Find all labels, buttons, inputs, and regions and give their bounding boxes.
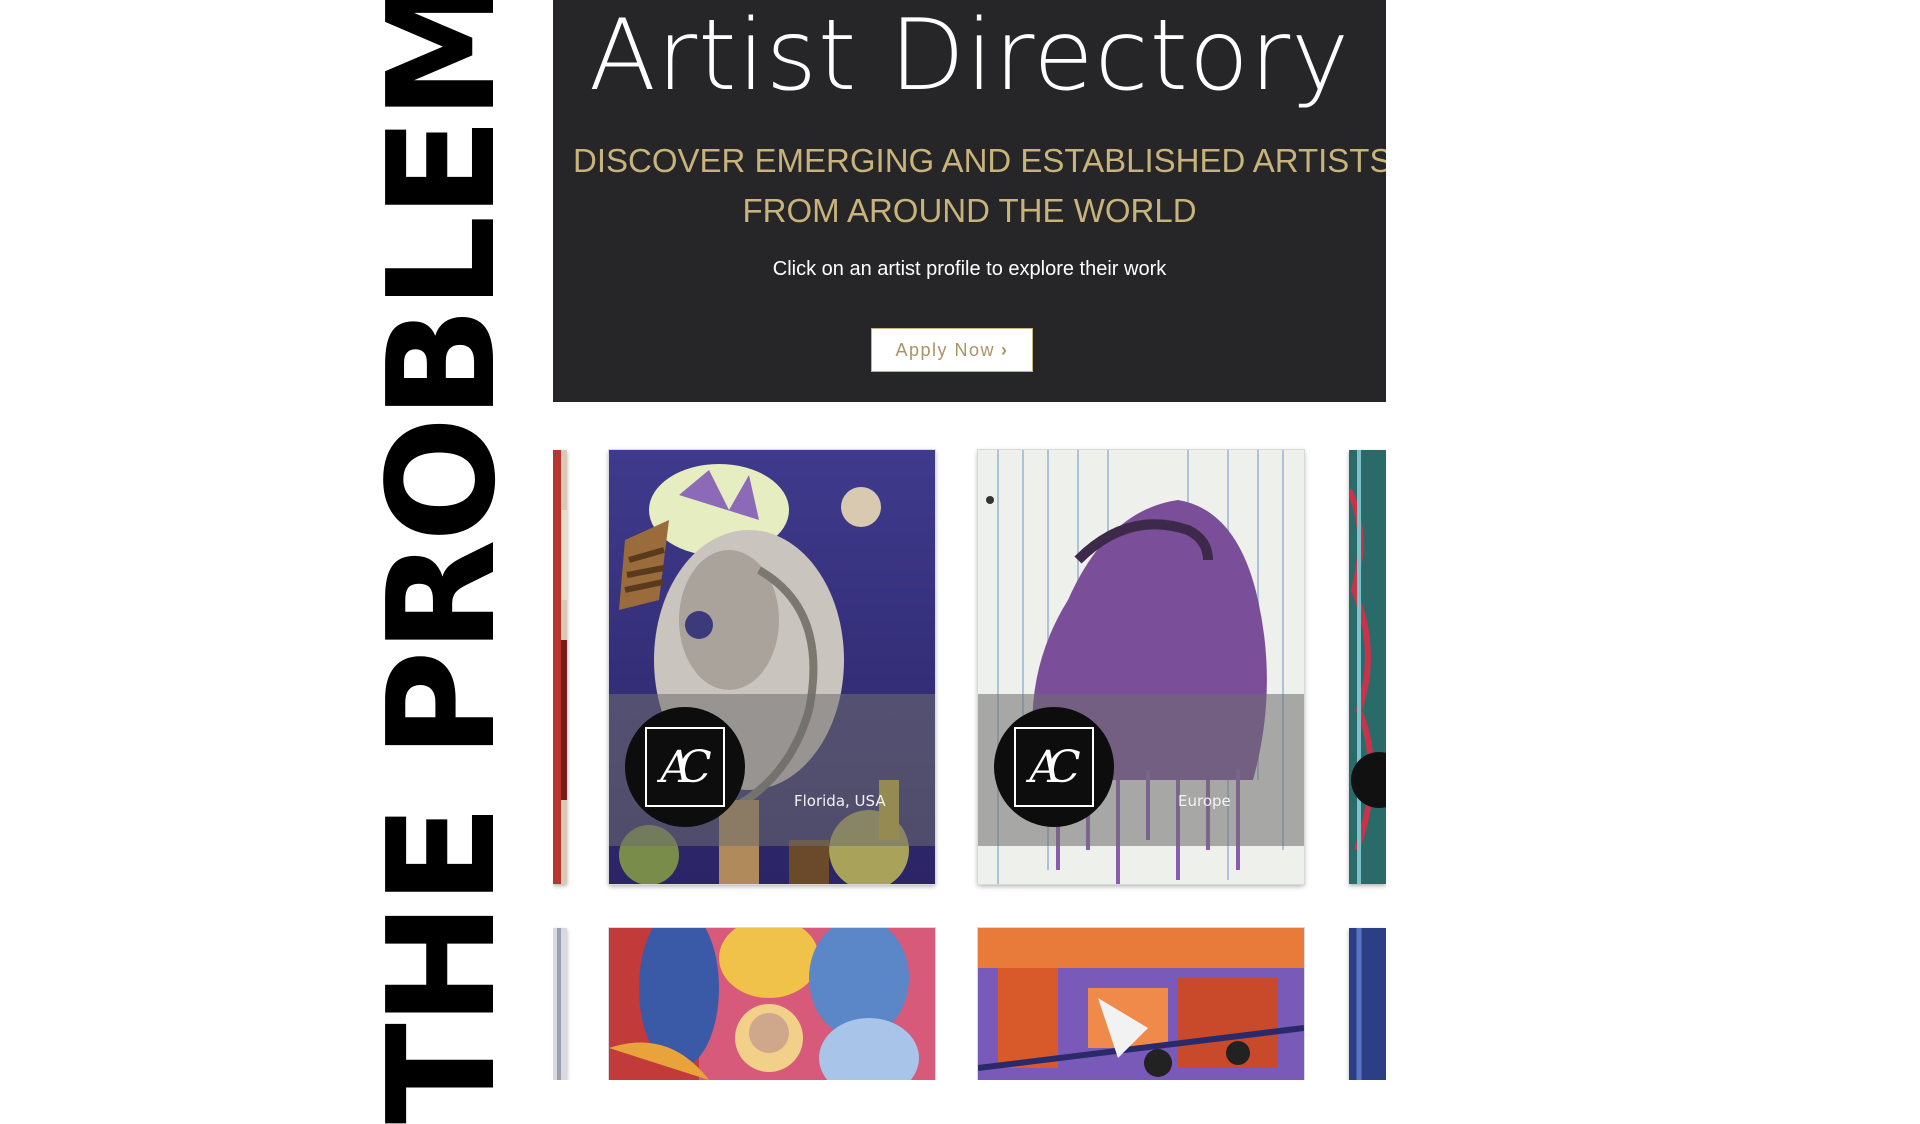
artwork-image <box>1349 928 1386 1080</box>
slide-heading: THE PROBLEM <box>356 0 528 1124</box>
artist-card-partial-right[interactable] <box>1349 928 1386 1080</box>
artwork-image <box>609 928 935 1080</box>
apply-now-button[interactable]: Apply Now › <box>871 328 1033 372</box>
artist-location: Florida, USA <box>794 792 886 810</box>
artist-logo: AC <box>625 707 745 827</box>
artist-location: Europe <box>1178 792 1231 810</box>
artwork-image <box>1349 450 1386 884</box>
artwork-image <box>978 928 1304 1080</box>
artist-card-partial-right[interactable] <box>1349 450 1386 884</box>
artwork-image <box>553 928 567 1080</box>
website-screenshot: Artist Directory DISCOVER EMERGING AND E… <box>553 0 1386 1080</box>
artist-card-partial-left[interactable] <box>553 928 567 1080</box>
hero-instruction: Click on an artist profile to explore th… <box>772 258 1167 280</box>
artist-card[interactable] <box>978 928 1304 1080</box>
chevron-right-icon: › <box>1001 339 1009 360</box>
hero-banner: Artist Directory DISCOVER EMERGING AND E… <box>553 0 1386 402</box>
artwork-image <box>553 450 567 884</box>
hero-subtitle-line-1: DISCOVER EMERGING AND ESTABLISHED ARTIST… <box>573 142 1386 179</box>
hero-subtitle: DISCOVER EMERGING AND ESTABLISHED ARTIST… <box>573 136 1386 236</box>
apply-now-label: Apply Now <box>895 339 996 360</box>
hero-subtitle-line-2: FROM AROUND THE WORLD <box>742 192 1197 229</box>
artist-logo: AC <box>994 707 1114 827</box>
artist-card[interactable] <box>609 928 935 1080</box>
artist-card[interactable]: AC Europe <box>978 450 1304 884</box>
slide-heading-text: THE PROBLEM <box>356 0 528 1124</box>
page-title: Artist Directory <box>588 0 1351 113</box>
artist-card-partial-left[interactable] <box>553 450 567 884</box>
artist-card[interactable]: AC Florida, USA <box>609 450 935 884</box>
